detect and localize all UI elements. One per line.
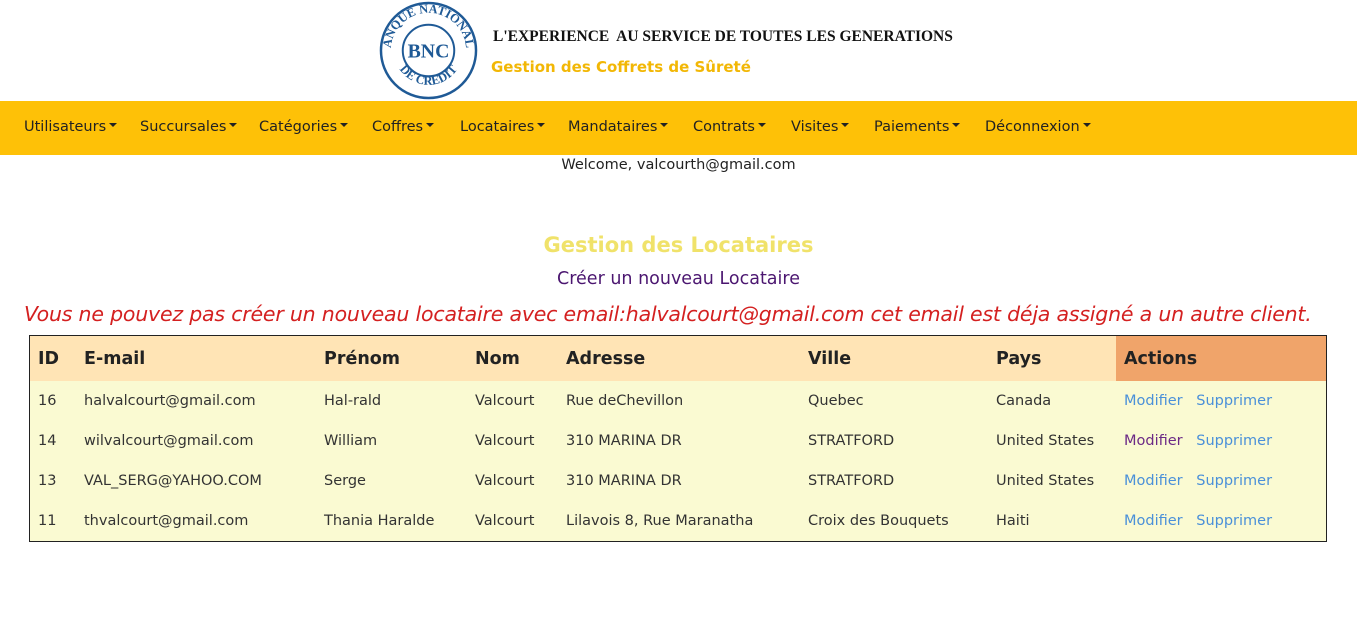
cell-pays: Canada (996, 393, 1052, 409)
header-id: ID (30, 336, 76, 381)
supprimer-link[interactable]: Supprimer (1196, 393, 1272, 409)
caret-down-icon (109, 123, 118, 127)
cell-adresse: Rue deChevillon (566, 393, 684, 409)
cell-pays: Haiti (996, 513, 1030, 529)
cell-nom: Valcourt (475, 393, 535, 409)
nav-label: Utilisateurs (24, 119, 107, 135)
nav-label: Contrats (693, 119, 755, 135)
main-navbar: Utilisateurs Succursales Catégories Coff… (0, 101, 1357, 155)
nav-label: Catégories (259, 119, 338, 135)
cell-adresse: Lilavois 8, Rue Maranatha (566, 513, 754, 529)
error-message: Vous ne pouvez pas créer un nouveau loca… (24, 302, 1312, 326)
cell-ville: Quebec (808, 393, 864, 409)
header-nom: Nom (467, 336, 558, 381)
cell-prenom: Thania Haralde (324, 513, 435, 529)
caret-down-icon (426, 123, 435, 127)
caret-down-icon (660, 123, 669, 127)
supprimer-link[interactable]: Supprimer (1196, 513, 1272, 529)
header-ville: Ville (800, 336, 988, 381)
nav-label: Succursales (140, 119, 227, 135)
cell-ville: STRATFORD (808, 473, 895, 489)
cell-nom: Valcourt (475, 473, 535, 489)
table-row: 11 thvalcourt@gmail.com Thania Haralde V… (30, 501, 1326, 541)
nav-paiements[interactable]: Paiements (874, 119, 961, 135)
cell-actions: Modifier Supprimer (1116, 501, 1326, 541)
cell-id: 13 (38, 473, 57, 489)
nav-label: Déconnexion (985, 119, 1080, 135)
cell-actions: Modifier Supprimer (1116, 461, 1326, 501)
svg-text:BNC: BNC (408, 40, 450, 62)
cell-actions: Modifier Supprimer (1116, 381, 1326, 421)
caret-down-icon (841, 123, 850, 127)
locataires-table: ID E-mail Prénom Nom Adresse Ville Pays … (29, 335, 1327, 542)
supprimer-link[interactable]: Supprimer (1196, 433, 1272, 449)
caret-down-icon (229, 123, 238, 127)
header-adresse: Adresse (558, 336, 800, 381)
modifier-link[interactable]: Modifier (1124, 433, 1183, 449)
nav-label: Coffres (372, 119, 424, 135)
header-actions: Actions (1116, 336, 1326, 381)
cell-id: 11 (38, 513, 57, 529)
nav-coffres[interactable]: Coffres (372, 119, 435, 135)
caret-down-icon (952, 123, 961, 127)
cell-ville: Croix des Bouquets (808, 513, 949, 529)
nav-locataires[interactable]: Locataires (460, 119, 546, 135)
nav-label: Mandataires (568, 119, 658, 135)
cell-email: thvalcourt@gmail.com (84, 513, 249, 529)
modifier-link[interactable]: Modifier (1124, 473, 1183, 489)
page-title: Gestion des Locataires (543, 233, 814, 257)
header-email: E-mail (76, 336, 316, 381)
table-row: 14 wilvalcourt@gmail.com William Valcour… (30, 421, 1326, 461)
nav-succursales[interactable]: Succursales (140, 119, 238, 135)
cell-actions: Modifier Supprimer (1116, 421, 1326, 461)
create-locataire-link[interactable]: Créer un nouveau Locataire (0, 269, 1357, 289)
header-pays: Pays (988, 336, 1116, 381)
nav-mandataires[interactable]: Mandataires (568, 119, 669, 135)
nav-label: Paiements (874, 119, 950, 135)
cell-nom: Valcourt (475, 513, 535, 529)
modifier-link[interactable]: Modifier (1124, 513, 1183, 529)
cell-nom: Valcourt (475, 433, 535, 449)
welcome-message: Welcome, valcourth@gmail.com (561, 157, 796, 173)
cell-id: 16 (38, 393, 57, 409)
nav-contrats[interactable]: Contrats (693, 119, 766, 135)
cell-prenom: Hal-rald (324, 393, 382, 409)
caret-down-icon (537, 123, 546, 127)
cell-adresse: 310 MARINA DR (566, 473, 682, 489)
cell-email: VAL_SERG@YAHOO.COM (84, 473, 262, 489)
nav-utilisateurs[interactable]: Utilisateurs (24, 119, 118, 135)
nav-categories[interactable]: Catégories (259, 119, 349, 135)
nav-deconnexion[interactable]: Déconnexion (985, 119, 1091, 135)
cell-id: 14 (38, 433, 57, 449)
table-header-row: ID E-mail Prénom Nom Adresse Ville Pays … (30, 336, 1326, 381)
bank-slogan: L'EXPERIENCE AU SERVICE DE TOUTES LES GE… (493, 28, 953, 45)
table-row: 13 VAL_SERG@YAHOO.COM Serge Valcourt 310… (30, 461, 1326, 501)
cell-ville: STRATFORD (808, 433, 895, 449)
caret-down-icon (1082, 123, 1091, 127)
cell-adresse: 310 MARINA DR (566, 433, 682, 449)
cell-pays: United States (996, 473, 1095, 489)
cell-email: halvalcourt@gmail.com (84, 393, 256, 409)
nav-label: Locataires (460, 119, 535, 135)
header-prenom: Prénom (316, 336, 467, 381)
nav-label: Visites (791, 119, 839, 135)
nav-visites[interactable]: Visites (791, 119, 850, 135)
cell-email: wilvalcourt@gmail.com (84, 433, 254, 449)
bnc-logo: BANQUE NATIONALE DE CREDIT BNC (379, 1, 478, 100)
modifier-link[interactable]: Modifier (1124, 393, 1183, 409)
table-row: 16 halvalcourt@gmail.com Hal-rald Valcou… (30, 381, 1326, 421)
supprimer-link[interactable]: Supprimer (1196, 473, 1272, 489)
caret-down-icon (340, 123, 349, 127)
cell-prenom: Serge (324, 473, 366, 489)
page-header: BANQUE NATIONALE DE CREDIT BNC L'EXPERIE… (0, 0, 1357, 101)
caret-down-icon (757, 123, 766, 127)
app-subtitle: Gestion des Coffrets de Sûreté (491, 58, 751, 76)
cell-prenom: William (324, 433, 378, 449)
cell-pays: United States (996, 433, 1095, 449)
